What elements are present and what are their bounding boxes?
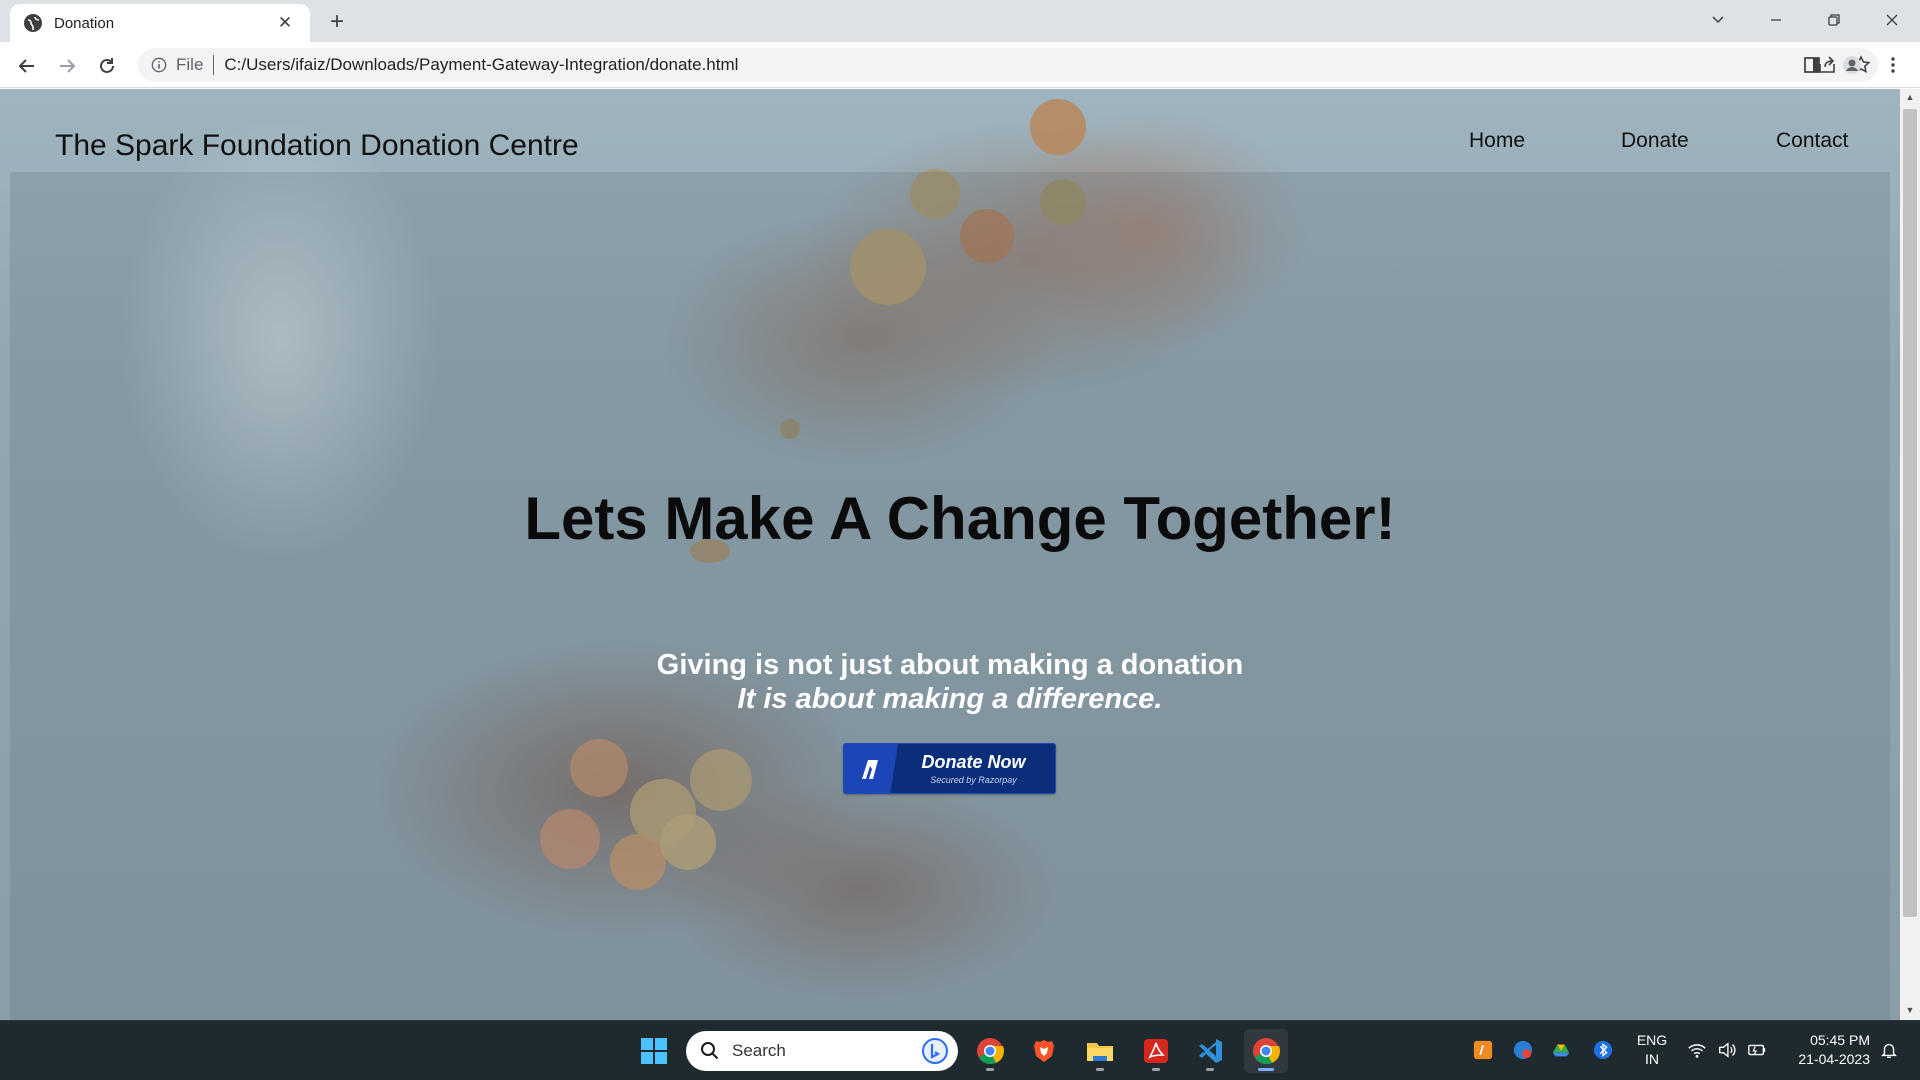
new-tab-button[interactable]: + [324,9,350,35]
donate-button-label: Donate Now [921,752,1026,772]
restore-icon[interactable] [1806,0,1862,40]
start-icon[interactable] [632,1029,676,1073]
system-clock[interactable]: 05:45 PM 21-04-2023 [1780,1031,1870,1069]
site-header: The Spark Foundation Donation Centre Hom… [0,89,1900,172]
url-separator [213,55,215,75]
forward-arrow-icon[interactable] [52,51,82,81]
language-indicator[interactable]: ENG IN [1632,1031,1672,1069]
kebab-menu-icon[interactable] [1876,48,1910,82]
minimize-icon[interactable] [1748,0,1804,40]
hero-headline: Lets Make A Change Together! [524,485,1396,552]
tab-title: Donation [54,14,115,32]
url-text[interactable]: C:/Users/ifaiz/Downloads/Payment-Gateway… [224,55,738,75]
file-explorer-icon[interactable] [1078,1029,1122,1073]
nav-link-home[interactable]: Home [1469,129,1525,153]
app-tray-icon[interactable] [1470,1037,1496,1063]
language-code: ENG [1636,1032,1668,1048]
acrobat-icon[interactable] [1134,1029,1178,1073]
site-brand-title[interactable]: The Spark Foundation Donation Centre [55,129,579,163]
close-tab-icon[interactable]: ✕ [274,12,296,34]
back-arrow-icon[interactable] [12,51,42,81]
reload-icon[interactable] [92,51,122,81]
scrollbar-thumb[interactable] [1903,109,1917,917]
close-window-icon[interactable] [1864,0,1920,40]
clock-date: 21-04-2023 [1798,1051,1870,1067]
cloud-sync-icon[interactable] [1510,1037,1536,1063]
notification-bell-icon[interactable] [1876,1037,1902,1063]
battery-icon[interactable] [1744,1037,1770,1063]
chrome-active-icon[interactable] [1244,1029,1288,1073]
address-bar[interactable]: File C:/Users/ifaiz/Downloads/Payment-Ga… [138,48,1878,82]
nav-link-donate[interactable]: Donate [1621,129,1689,153]
hero-tagline-line1: Giving is not just about making a donati… [656,649,1244,681]
razorpay-logo-icon [844,744,898,793]
search-placeholder: Search [732,1041,786,1060]
wifi-icon[interactable] [1684,1037,1710,1063]
donate-now-button[interactable]: Donate Now Secured by Razorpay [843,743,1056,794]
info-icon[interactable] [150,56,168,74]
scroll-up-arrow-icon[interactable]: ▲ [1900,89,1920,105]
vscode-icon[interactable] [1188,1029,1232,1073]
side-panel-icon[interactable] [1795,48,1829,82]
url-scheme-label: File [176,55,204,74]
browser-tab-strip: Donation ✕ + [0,0,1920,42]
page-viewport: The Spark Foundation Donation Centre Hom… [0,89,1920,1020]
bluetooth-icon[interactable] [1590,1037,1616,1063]
browser-toolbar: File C:/Users/ifaiz/Downloads/Payment-Ga… [0,42,1920,88]
hero-overlay [10,172,1890,1020]
tab-donation[interactable]: Donation ✕ [10,4,310,42]
brave-icon[interactable] [1022,1029,1066,1073]
taskbar-search-box[interactable]: Search [686,1031,958,1071]
search-icon [701,1042,719,1060]
bing-chat-icon[interactable] [922,1038,948,1064]
donate-button-secondary: Secured by Razorpay [930,775,1017,785]
scroll-down-arrow-icon[interactable]: ▼ [1900,1002,1920,1018]
drive-icon[interactable] [1548,1037,1574,1063]
profile-avatar-icon[interactable] [1835,48,1869,82]
tab-search-icon[interactable] [1690,0,1746,40]
clock-time: 05:45 PM [1810,1032,1870,1048]
donate-button-text: Donate Now Secured by Razorpay [898,744,1055,793]
volume-icon[interactable] [1714,1037,1740,1063]
windows-taskbar: Search ENG IN 05:45 PM 21-04-2023 [0,1020,1920,1080]
hero-tagline-line2: It is about making a difference. [737,683,1163,715]
language-region: IN [1645,1051,1659,1067]
nav-link-contact[interactable]: Contact [1776,129,1848,153]
globe-icon [24,14,42,32]
chrome-icon[interactable] [968,1029,1012,1073]
